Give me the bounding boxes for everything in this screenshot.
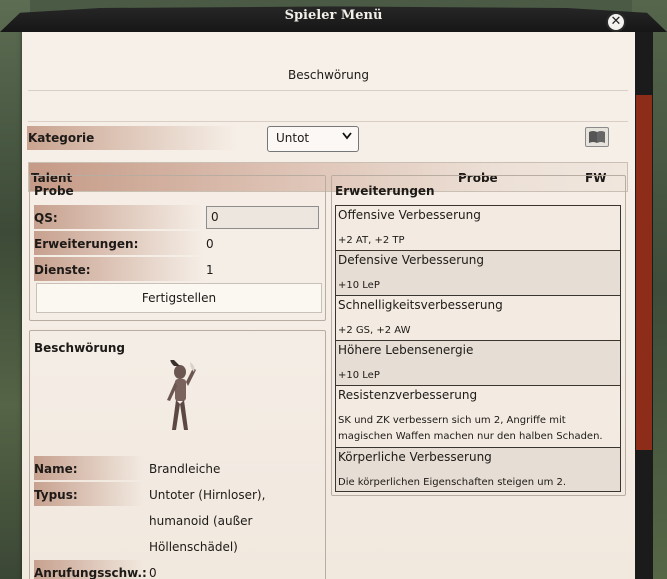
beschwoerung-title: Beschwörung bbox=[34, 341, 126, 355]
close-button[interactable]: ✕ bbox=[606, 12, 626, 32]
qs-row-bg bbox=[34, 205, 204, 229]
book-icon bbox=[589, 131, 605, 143]
extension-name: Defensive Verbesserung bbox=[338, 253, 484, 267]
divider bbox=[28, 90, 628, 91]
extension-desc: +10 LeP bbox=[338, 370, 380, 381]
dienste-value: 1 bbox=[206, 263, 214, 277]
creature-image bbox=[167, 360, 196, 430]
extension-item[interactable]: Offensive Verbesserung +2 AT, +2 TP bbox=[335, 205, 621, 251]
book-button[interactable] bbox=[585, 127, 609, 147]
typus-value-line2: humanoid (außer bbox=[149, 514, 253, 528]
dienste-label: Dienste: bbox=[34, 263, 91, 277]
extension-desc: +2 GS, +2 AW bbox=[338, 325, 411, 336]
extension-name: Schnelligkeitsverbesserung bbox=[338, 298, 503, 312]
category-select-value: Untot bbox=[276, 131, 310, 145]
probe-title: Probe bbox=[34, 184, 74, 198]
extension-item[interactable]: Defensive Verbesserung +10 LeP bbox=[335, 250, 621, 296]
qs-input[interactable]: 0 bbox=[206, 206, 319, 229]
typus-label: Typus: bbox=[34, 488, 78, 502]
erweiterungen-title: Erweiterungen bbox=[335, 184, 435, 198]
name-value: Brandleiche bbox=[149, 462, 221, 476]
extension-item[interactable]: Höhere Lebensenergie +10 LeP bbox=[335, 340, 621, 386]
extension-desc: Die körperlichen Eigenschaften steigen u… bbox=[338, 477, 567, 488]
typus-value-line3: Höllenschädel) bbox=[149, 540, 238, 554]
qs-label: QS: bbox=[34, 211, 58, 225]
extension-desc: +10 LeP bbox=[338, 280, 380, 291]
erweiterungen-label: Erweiterungen: bbox=[34, 237, 139, 251]
dialog-window: Beschwörung Kategorie Untot Talent Probe… bbox=[22, 30, 635, 579]
category-select[interactable]: Untot bbox=[267, 126, 359, 152]
anrufung-label: Anrufungsschw.: bbox=[34, 566, 147, 579]
page-title: Beschwörung bbox=[288, 68, 369, 82]
extension-name: Resistenzverbesserung bbox=[338, 388, 478, 402]
window-title: Spieler Menü bbox=[284, 8, 383, 23]
name-label: Name: bbox=[34, 462, 78, 476]
extension-item[interactable]: Resistenzverbesserung SK und ZK verbesse… bbox=[335, 385, 621, 448]
typus-value-line1: Untoter (Hirnloser), bbox=[149, 488, 266, 502]
extension-name: Körperliche Verbesserung bbox=[338, 450, 492, 464]
extension-item[interactable]: Schnelligkeitsverbesserung +2 GS, +2 AW bbox=[335, 295, 621, 341]
divider bbox=[28, 121, 628, 122]
category-label: Kategorie bbox=[28, 131, 95, 145]
extension-name: Höhere Lebensenergie bbox=[338, 343, 474, 357]
extension-name: Offensive Verbesserung bbox=[338, 208, 481, 222]
fertigstellen-button[interactable]: Fertigstellen bbox=[36, 283, 322, 313]
anrufung-value: 0 bbox=[149, 566, 157, 579]
erweiterungen-value: 0 bbox=[206, 237, 214, 251]
chevron-down-icon bbox=[342, 132, 352, 143]
scrollbar-thumb[interactable] bbox=[636, 95, 652, 450]
close-icon: ✕ bbox=[610, 14, 622, 29]
extension-item[interactable]: Körperliche Verbesserung Die körperliche… bbox=[335, 447, 621, 492]
extension-desc: +2 AT, +2 TP bbox=[338, 235, 405, 246]
extension-desc: SK und ZK verbessern sich um 2, Angriffe… bbox=[338, 415, 603, 442]
